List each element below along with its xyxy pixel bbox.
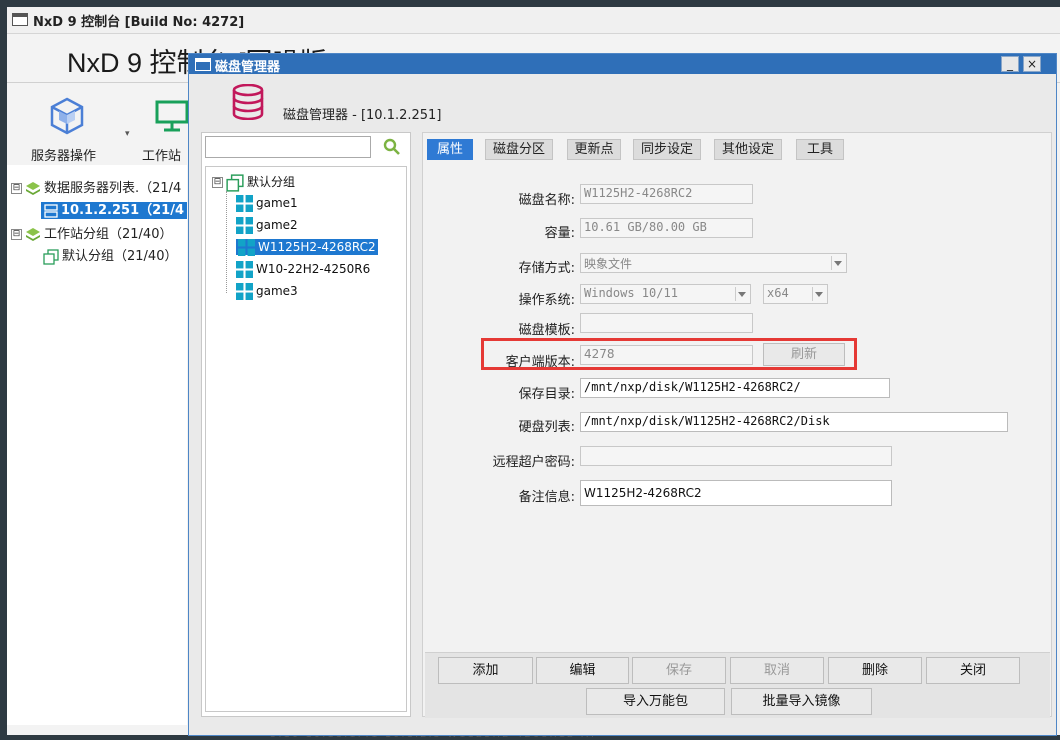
capacity-label: 容量:	[544, 226, 575, 241]
monitor-icon	[155, 100, 189, 132]
tree-item-disk[interactable]: game2	[236, 217, 298, 234]
windows-icon	[236, 283, 253, 300]
tree-node-ws-groups[interactable]: ⊟ 工作站分组（21/40）	[11, 223, 172, 243]
delete-button[interactable]: 删除	[828, 657, 922, 684]
edit-button[interactable]: 编辑	[536, 657, 629, 684]
group-icon	[226, 173, 244, 192]
close-dialog-button[interactable]: 关闭	[926, 657, 1020, 684]
save-dir-label: 保存目录:	[518, 387, 575, 402]
os-select[interactable]: Windows 10/11	[580, 284, 751, 304]
disk-tree: ⊟ 默认分组 game1 game2 W1125H2-4268RC2 W10-22…	[205, 166, 407, 712]
tree-node-server[interactable]: 10.1.2.251（21/4	[41, 199, 188, 219]
tree-item-disk-selected[interactable]: W1125H2-4268RC2	[236, 239, 378, 256]
disk-name-label: 磁盘名称:	[518, 193, 575, 208]
save-dir-input[interactable]: /mnt/nxp/disk/W1125H2-4268RC2/	[580, 378, 890, 398]
disk-manager-dialog: 磁盘管理器 _ × 磁盘管理器 - [10.1.2.251] ⊟ 默认分组 gam…	[189, 54, 1056, 735]
tree-item-disk[interactable]: W10-22H2-4250R6	[236, 261, 370, 278]
tab-other-settings[interactable]: 其他设定	[714, 139, 782, 160]
workstation-button[interactable]: 工作站	[137, 93, 197, 164]
tree-item-disk[interactable]: game3	[236, 283, 298, 300]
os-label: 操作系统:	[518, 293, 575, 308]
tab-update-points[interactable]: 更新点	[567, 139, 621, 160]
tree-label: 默认分组	[247, 175, 296, 189]
group-icon	[43, 248, 59, 265]
windows-icon	[238, 239, 255, 256]
search-input[interactable]	[205, 136, 371, 158]
server-icon	[44, 203, 58, 218]
dialog-title: 磁盘管理器	[215, 60, 281, 75]
storage-select[interactable]: 映象文件	[580, 253, 847, 273]
tree-label: W1125H2-4268RC2	[258, 240, 376, 254]
disk-name-field: W1125H2-4268RC2	[580, 184, 753, 204]
window-icon	[195, 58, 211, 71]
chevron-down-icon[interactable]: ▾	[125, 129, 130, 139]
tab-sync-settings[interactable]: 同步设定	[633, 139, 701, 160]
tree-item-disk[interactable]: game1	[236, 195, 298, 212]
save-button[interactable]: 保存	[632, 657, 726, 684]
selected-server[interactable]: 10.1.2.251（21/4	[41, 202, 188, 219]
storage-label: 存储方式:	[518, 261, 575, 276]
server-tree: ⊟ 数据服务器列表.（21/4 10.1.2.251（21/4 ⊟ 工作站分组（21…	[7, 165, 188, 725]
search-icon[interactable]	[383, 138, 401, 156]
tree-label: game1	[256, 196, 298, 210]
disk-list-input[interactable]: /mnt/nxp/disk/W1125H2-4268RC2/Disk	[580, 412, 1008, 432]
os-value: Windows 10/11	[584, 286, 678, 300]
window-icon	[12, 13, 28, 26]
annotation-highlight-box	[481, 338, 857, 370]
tab-properties[interactable]: 属性	[427, 139, 473, 160]
cancel-button[interactable]: 取消	[730, 657, 824, 684]
storage-value: 映象文件	[584, 257, 633, 271]
tree-node-default-group[interactable]: 默认分组（21/40）	[43, 245, 177, 265]
template-field	[580, 313, 753, 333]
minimize-button[interactable]: _	[1001, 56, 1019, 72]
tree-label: game2	[256, 218, 298, 232]
cube-icon	[50, 97, 84, 135]
server-ops-label: 服务器操作	[31, 149, 97, 164]
capacity-field: 10.61 GB/80.00 GB	[580, 218, 753, 238]
tree-label: W10-22H2-4250R6	[256, 262, 371, 276]
collapse-icon[interactable]: ⊟	[212, 177, 223, 188]
dialog-titlebar[interactable]: 磁盘管理器 _ ×	[189, 54, 1056, 75]
tree-node-data-servers[interactable]: ⊟ 数据服务器列表.（21/4	[11, 177, 181, 197]
console-titlebar[interactable]: NxD 9 控制台 [Build No: 4272]	[7, 7, 1060, 34]
add-button[interactable]: 添加	[438, 657, 533, 684]
notes-label: 备注信息:	[518, 490, 575, 505]
arch-select[interactable]: x64	[763, 284, 828, 304]
tree-guide-line	[226, 191, 228, 293]
tree-label: 默认分组（21/40）	[62, 249, 178, 264]
windows-icon	[236, 217, 253, 234]
remote-password-label: 远程超户密码:	[492, 455, 575, 470]
dialog-header-label: 磁盘管理器 - [10.1.2.251]	[283, 108, 442, 123]
import-universal-pkg-button[interactable]: 导入万能包	[586, 688, 725, 715]
windows-icon	[236, 261, 253, 278]
tree-label: 数据服务器列表.（21/4	[44, 181, 182, 196]
tree-label: game3	[256, 284, 298, 298]
tree-node-default-group[interactable]: ⊟ 默认分组	[212, 173, 295, 192]
collapse-icon[interactable]: ⊟	[11, 183, 22, 194]
tab-partitions[interactable]: 磁盘分区	[485, 139, 553, 160]
notes-input[interactable]: W1125H2-4268RC2	[580, 480, 892, 506]
layers-icon	[26, 181, 40, 195]
close-button[interactable]: ×	[1023, 56, 1041, 72]
template-label: 磁盘模板:	[518, 323, 575, 338]
database-icon	[232, 84, 264, 120]
collapse-icon[interactable]: ⊟	[11, 229, 22, 240]
arch-value: x64	[767, 286, 789, 300]
tab-tools[interactable]: 工具	[796, 139, 844, 160]
disk-list-label: 硬盘列表:	[518, 420, 575, 435]
remote-password-field[interactable]	[580, 446, 892, 466]
selected-disk[interactable]: W1125H2-4268RC2	[236, 239, 378, 256]
tree-label: 工作站分组（21/40）	[44, 227, 173, 242]
server-ops-button[interactable]: 服务器操作 ▾	[27, 93, 130, 164]
tree-label: 10.1.2.251（21/4	[61, 203, 185, 218]
windows-icon	[236, 195, 253, 212]
layers-icon	[26, 227, 40, 241]
console-title: NxD 9 控制台 [Build No: 4272]	[33, 15, 245, 30]
batch-import-image-button[interactable]: 批量导入镜像	[731, 688, 872, 715]
